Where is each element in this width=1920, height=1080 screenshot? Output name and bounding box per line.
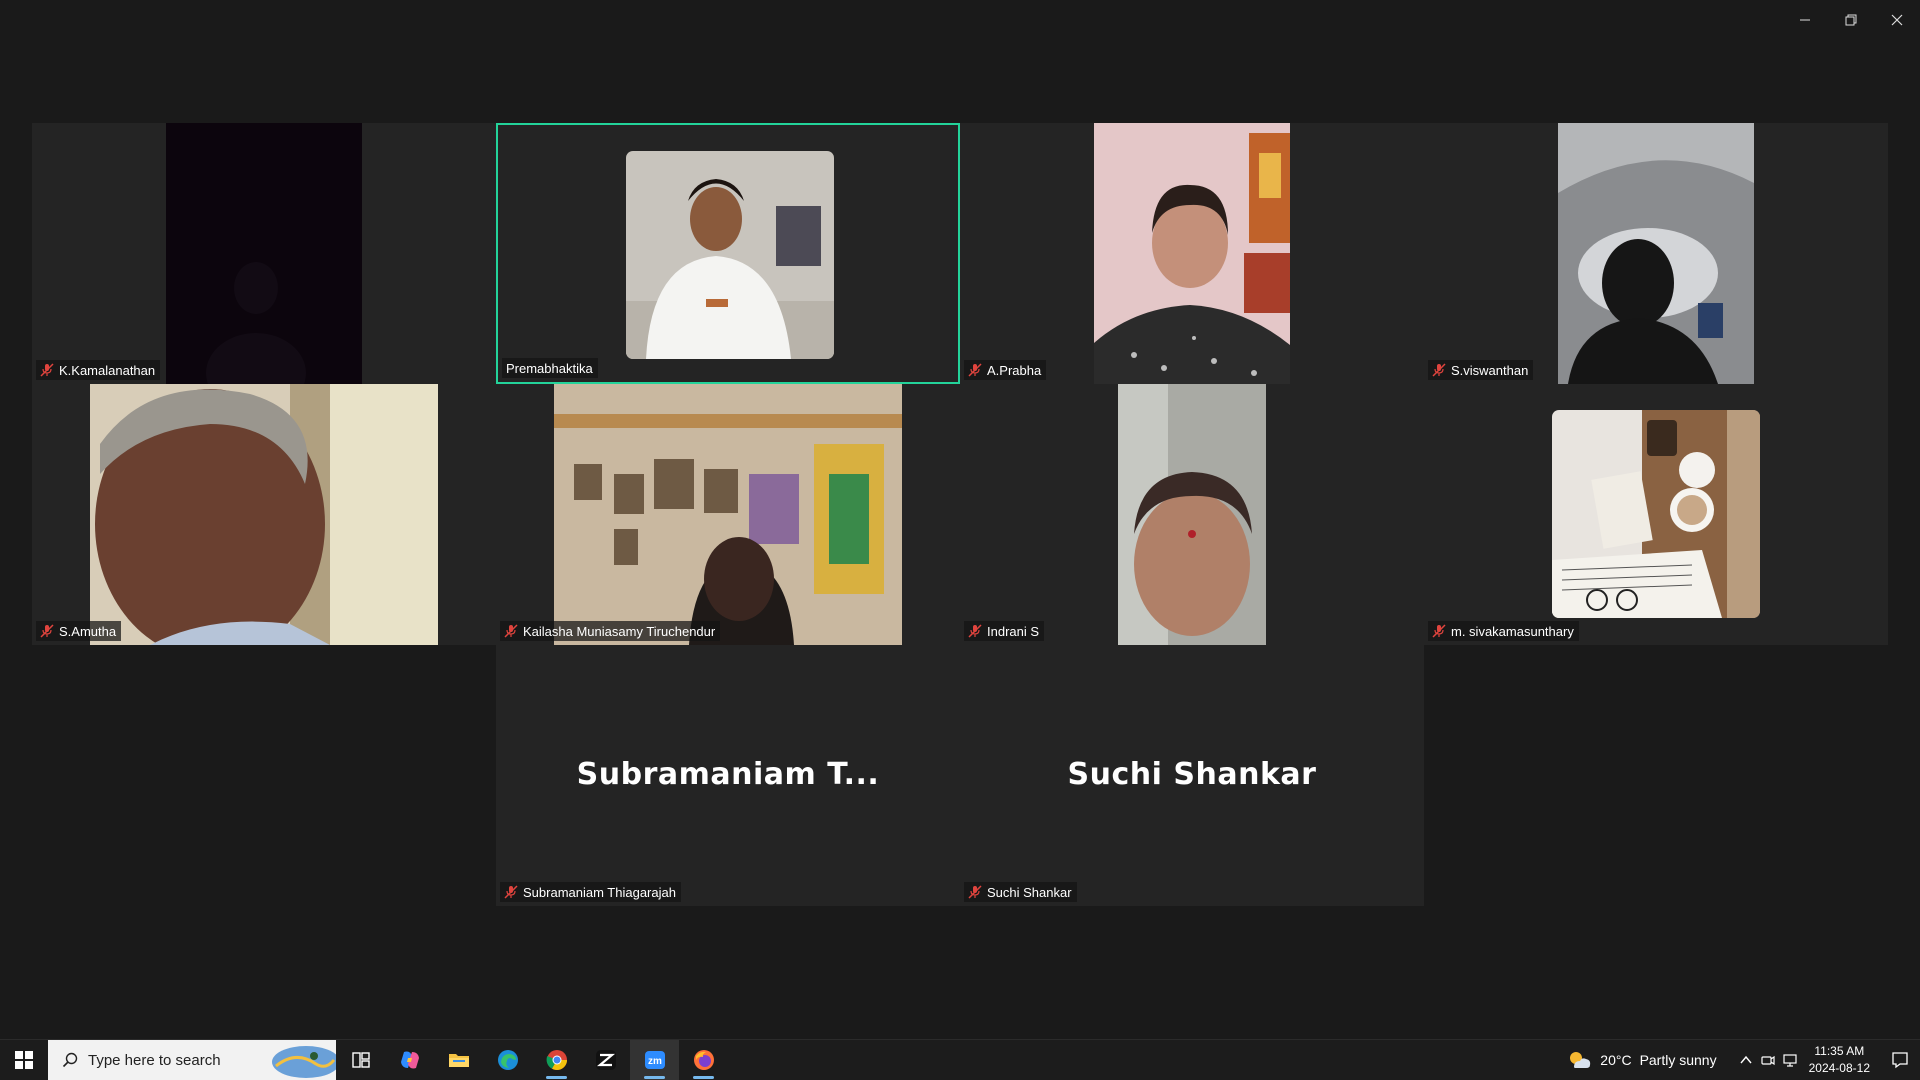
notifications-button[interactable] (1880, 1040, 1920, 1080)
participant-display-name: Subramaniam T... (576, 756, 880, 792)
close-button[interactable] (1874, 0, 1920, 40)
mic-muted-icon (504, 624, 518, 638)
mic-muted-icon (968, 885, 982, 899)
participant-video (1552, 410, 1760, 618)
participant-name-tag: m. sivakamasunthary (1428, 621, 1579, 641)
participant-name-tag: Kailasha Muniasamy Tiruchendur (500, 621, 721, 641)
system-tray: 20°C Partly sunny 11:35 AM 2024-08-12 (1566, 1040, 1920, 1080)
mic-muted-icon (40, 363, 54, 377)
participant-display-name: Suchi Shankar (1067, 756, 1317, 792)
restore-icon (1845, 14, 1857, 26)
mic-muted-icon (968, 363, 982, 377)
participant-name-tag: Subramaniam Thiagarajah (500, 882, 681, 902)
participant-video (90, 384, 438, 645)
search-placeholder: Type here to search (88, 1051, 221, 1069)
participant-name-tag: A.Prabha (964, 360, 1047, 380)
weather-temp: 20°C (1600, 1052, 1632, 1068)
participant-tile[interactable]: S.viswanthan (1424, 123, 1888, 384)
participant-name: m. sivakamasunthary (1451, 623, 1574, 639)
mic-muted-icon (968, 624, 982, 638)
camera-icon (1761, 1055, 1775, 1066)
participant-name-tag: K.Kamalanathan (36, 360, 161, 380)
participant-video (1094, 123, 1290, 384)
clock-time: 11:35 AM (1814, 1044, 1865, 1058)
participant-tile[interactable]: Suchi Shankar Suchi Shankar (960, 645, 1424, 906)
weather-condition: Partly sunny (1639, 1052, 1717, 1068)
participant-name-tag: S.Amutha (36, 621, 122, 641)
participant-name-tag: Indrani S (964, 621, 1045, 641)
restore-button[interactable] (1828, 0, 1874, 40)
copilot-icon (400, 1051, 419, 1069)
zoom-button[interactable]: zm (630, 1040, 679, 1080)
task-view-icon (351, 1052, 370, 1068)
copilot-button[interactable] (385, 1040, 434, 1080)
start-button[interactable] (0, 1040, 48, 1080)
window-controls (1782, 0, 1920, 40)
participant-tile[interactable]: S.Amutha (32, 384, 496, 645)
participant-tile[interactable]: m. sivakamasunthary (1424, 384, 1888, 645)
participant-video (1118, 384, 1266, 645)
camera-tray-button[interactable] (1757, 1040, 1779, 1080)
firefox-icon (693, 1050, 714, 1070)
participant-video (166, 123, 362, 384)
zoom-icon: zm (644, 1051, 665, 1069)
svg-text:zm: zm (648, 1056, 662, 1067)
participant-video (554, 384, 902, 645)
weather-widget[interactable]: 20°C Partly sunny (1566, 1049, 1717, 1071)
network-icon (1783, 1054, 1797, 1067)
file-explorer-button[interactable] (434, 1040, 483, 1080)
minimize-icon (1800, 19, 1810, 21)
task-view-button[interactable] (336, 1040, 385, 1080)
capcut-icon (595, 1050, 616, 1070)
firefox-button[interactable] (679, 1040, 728, 1080)
mic-muted-icon (1432, 624, 1446, 638)
participant-tile[interactable]: Kailasha Muniasamy Tiruchendur (496, 384, 960, 645)
partly-sunny-icon (1570, 1052, 1591, 1068)
clock-date: 2024-08-12 (1808, 1061, 1870, 1075)
mic-muted-icon (40, 624, 54, 638)
participant-name: Subramaniam Thiagarajah (523, 884, 676, 900)
edge-button[interactable] (483, 1040, 532, 1080)
capcut-button[interactable] (581, 1040, 630, 1080)
edge-icon (497, 1050, 518, 1070)
notification-icon (1892, 1052, 1908, 1069)
mic-muted-icon (1432, 363, 1446, 377)
chrome-icon (546, 1050, 567, 1070)
participant-tile[interactable]: Subramaniam T... Subramaniam Thiagarajah (496, 645, 960, 906)
close-icon (1891, 14, 1903, 26)
participant-name: A.Prabha (987, 362, 1042, 378)
participant-video (1558, 123, 1754, 384)
participant-name: S.viswanthan (1451, 362, 1529, 378)
participant-name: Kailasha Muniasamy Tiruchendur (523, 623, 716, 639)
file-explorer-icon (448, 1054, 469, 1067)
participant-name: Suchi Shankar (987, 884, 1072, 900)
chrome-button[interactable] (532, 1040, 581, 1080)
search-highlight-art (272, 1046, 336, 1078)
participant-name: Premabhaktika (506, 360, 593, 376)
taskbar-clock[interactable]: 11:35 AM 2024-08-12 (1809, 1043, 1870, 1077)
minimize-button[interactable] (1782, 0, 1828, 40)
show-hidden-icons-button[interactable] (1735, 1040, 1757, 1080)
participant-tile[interactable]: K.Kamalanathan (32, 123, 496, 384)
taskbar: Type here to search zm 20°C Partly sunny (0, 1039, 1920, 1080)
participant-tile-active-speaker[interactable]: Premabhaktika (496, 123, 960, 384)
participant-tile[interactable]: Indrani S (960, 384, 1424, 645)
network-button[interactable] (1779, 1040, 1801, 1080)
participant-video (626, 151, 834, 359)
participant-name-tag: Suchi Shankar (964, 882, 1077, 902)
participant-name: K.Kamalanathan (59, 362, 156, 378)
participant-name: Indrani S (987, 623, 1040, 639)
participant-name-tag: Premabhaktika (502, 358, 598, 378)
participant-tile[interactable]: A.Prabha (960, 123, 1424, 384)
windows-icon (15, 1051, 33, 1069)
participant-name-tag: S.viswanthan (1428, 360, 1534, 380)
mic-muted-icon (504, 885, 518, 899)
chevron-up-icon (1740, 1055, 1752, 1064)
search-icon (62, 1052, 78, 1068)
taskbar-search[interactable]: Type here to search (48, 1040, 336, 1080)
participant-name: S.Amutha (59, 623, 117, 639)
